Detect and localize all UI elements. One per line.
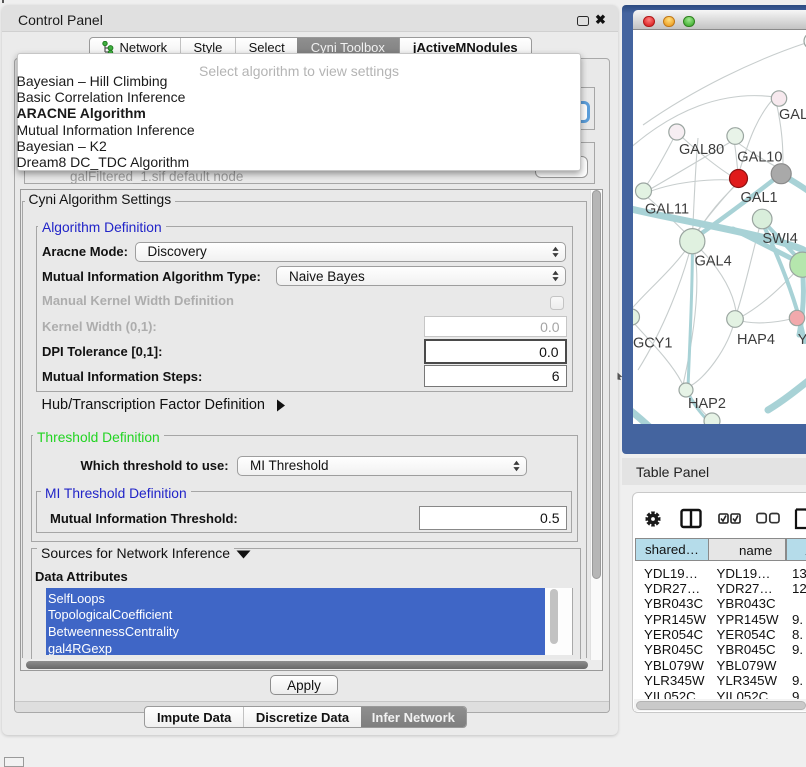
svg-text:GAL80: GAL80 <box>679 142 724 158</box>
svg-text:GAL4: GAL4 <box>695 253 732 269</box>
svg-text:HAP2: HAP2 <box>688 396 726 412</box>
svg-text:SWI4: SWI4 <box>762 231 797 247</box>
svg-text:GAL2: GAL2 <box>779 107 806 123</box>
svg-text:GCY1: GCY1 <box>633 335 673 351</box>
svg-text:YP: YP <box>798 332 806 348</box>
svg-text:GAL11: GAL11 <box>645 201 689 217</box>
svg-text:HAP4: HAP4 <box>737 332 775 348</box>
svg-text:GAL10: GAL10 <box>737 149 782 165</box>
svg-text:GAL1: GAL1 <box>741 190 778 206</box>
